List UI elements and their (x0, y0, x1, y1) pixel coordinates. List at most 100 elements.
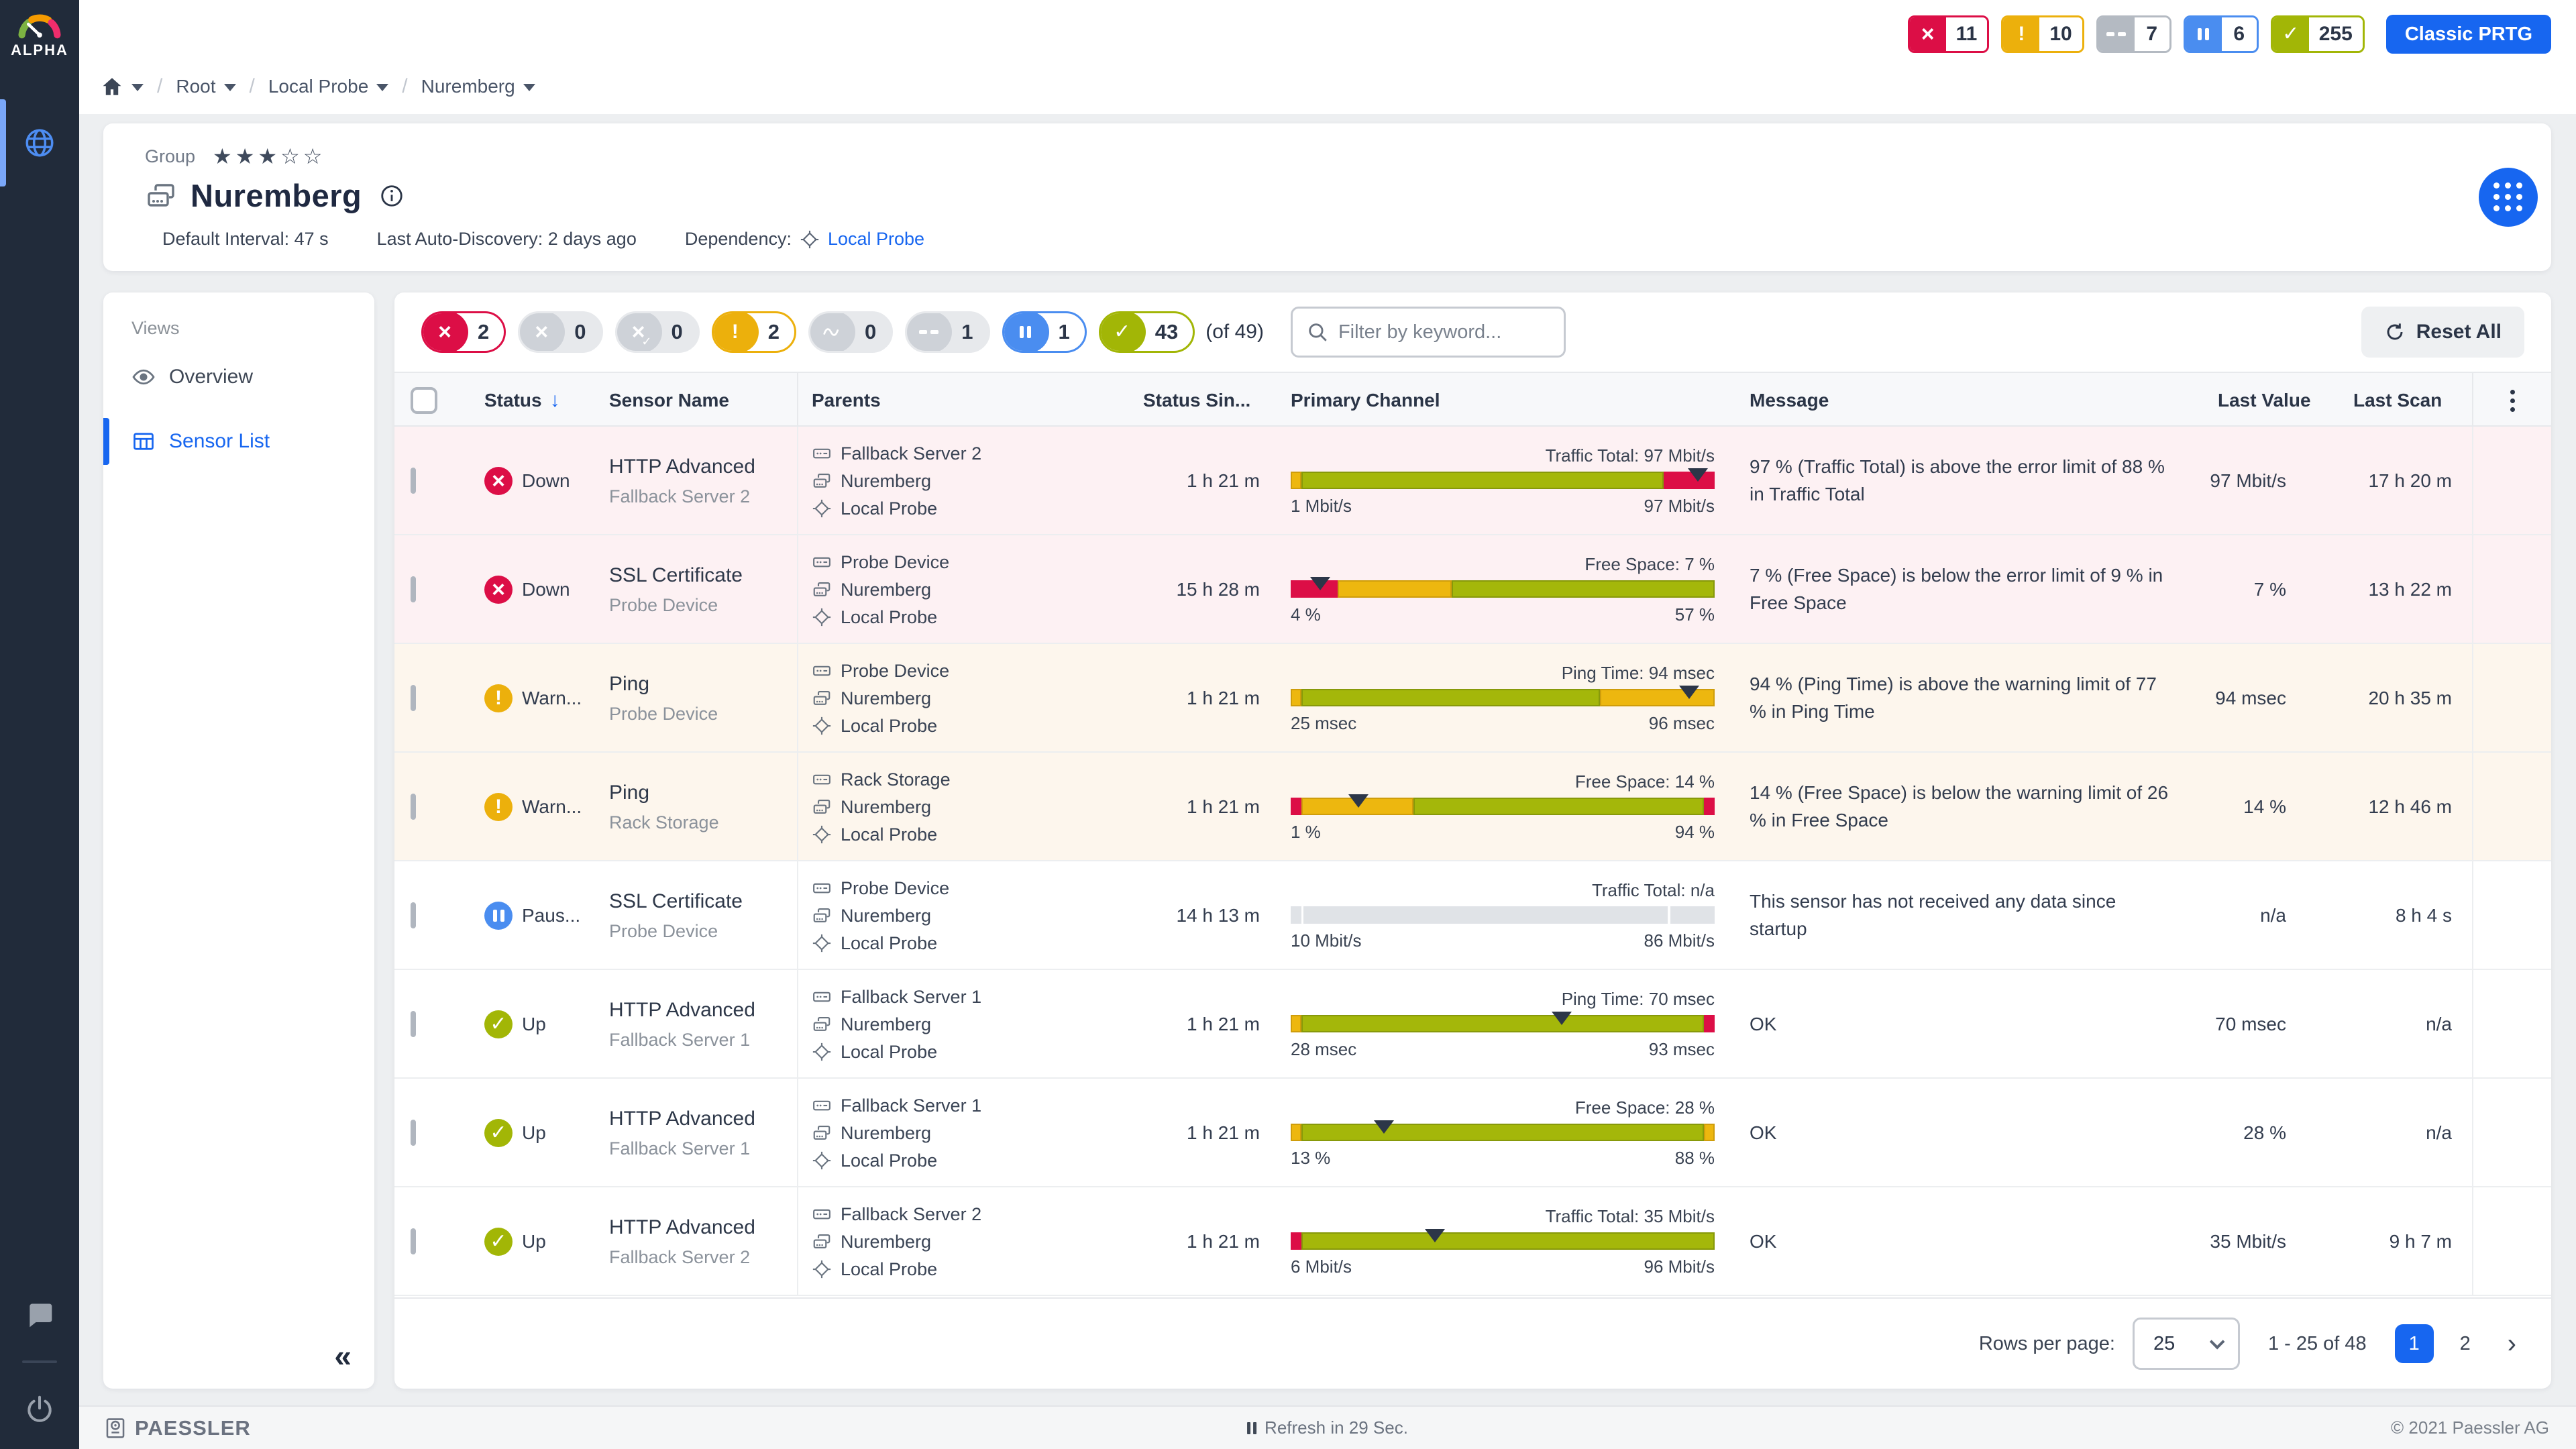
column-header-sensor-name[interactable]: Sensor Name (604, 373, 798, 428)
parent-link[interactable]: Fallback Server 2 (812, 1204, 1140, 1225)
row-checkbox[interactable] (411, 685, 416, 711)
logout-power-icon[interactable] (24, 1394, 55, 1425)
parent-link[interactable]: Probe Device (812, 552, 1140, 573)
row-checkbox[interactable] (411, 794, 416, 820)
reset-all-button[interactable]: Reset All (2361, 307, 2524, 358)
parent-link[interactable]: Probe Device (812, 878, 1140, 899)
group-icon (145, 180, 177, 212)
page-button-1[interactable]: 1 (2395, 1324, 2434, 1363)
sensor-row[interactable]: ×DownSSL CertificateProbe DeviceProbe De… (394, 535, 2551, 644)
refresh-countdown[interactable]: Refresh in 29 Sec. (1247, 1417, 1408, 1438)
x-icon: × (1921, 23, 1935, 46)
filter-chip-down[interactable]: ×2 (421, 311, 506, 353)
sensor-name-cell[interactable]: HTTP AdvancedFallback Server 2 (604, 1187, 798, 1296)
parent-link[interactable]: Local Probe (812, 1042, 1140, 1063)
parent-link[interactable]: Nuremberg (812, 471, 1140, 492)
sensor-row[interactable]: ✓UpHTTP AdvancedFallback Server 2Fallbac… (394, 1187, 2551, 1296)
parent-link[interactable]: Local Probe (812, 1259, 1140, 1280)
filter-chip-warning[interactable]: !2 (712, 311, 796, 353)
sensor-row[interactable]: ×DownHTTP AdvancedFallback Server 2Fallb… (394, 427, 2551, 535)
row-checkbox[interactable] (411, 1011, 416, 1037)
keyword-search[interactable] (1291, 307, 1566, 358)
filter-chip-unknown[interactable]: 1 (905, 311, 989, 353)
parent-link[interactable]: Local Probe (812, 607, 1140, 628)
views-panel-title: Views (103, 318, 374, 339)
sensor-name-cell[interactable]: HTTP AdvancedFallback Server 1 (604, 1079, 798, 1187)
parent-link[interactable]: Nuremberg (812, 1232, 1140, 1252)
filter-chip-down-partial[interactable]: ×0 (518, 311, 602, 353)
parent-link[interactable]: Local Probe (812, 716, 1140, 737)
status-badge-down[interactable]: ×11 (1908, 15, 1990, 53)
status-badge-unknown[interactable]: 7 (2096, 15, 2171, 53)
parent-link[interactable]: Local Probe (812, 498, 1140, 519)
sensor-row[interactable]: !Warn...PingProbe DeviceProbe DeviceNure… (394, 644, 2551, 753)
parent-link[interactable]: Nuremberg (812, 906, 1140, 926)
parent-link[interactable]: Nuremberg (812, 688, 1140, 709)
column-header-last-scan[interactable]: Last Scan (2326, 390, 2472, 411)
row-checkbox[interactable] (411, 902, 416, 928)
column-header-primary-channel[interactable]: Primary Channel (1268, 390, 1750, 411)
breadcrumb-nuremberg[interactable]: Nuremberg (421, 76, 535, 97)
parent-link[interactable]: Fallback Server 2 (812, 443, 1140, 464)
sensor-name-cell[interactable]: HTTP AdvancedFallback Server 1 (604, 970, 798, 1079)
parent-link[interactable]: Local Probe (812, 824, 1140, 845)
parent-link[interactable]: Probe Device (812, 661, 1140, 682)
status-badge-paused[interactable]: 6 (2184, 15, 2259, 53)
row-checkbox[interactable] (411, 468, 416, 494)
info-icon[interactable] (379, 183, 405, 209)
filter-chip-down-acknowledged[interactable]: ×✓0 (615, 311, 700, 353)
sensor-name-cell[interactable]: PingProbe Device (604, 644, 798, 753)
sensor-name-cell[interactable]: PingRack Storage (604, 753, 798, 861)
feedback-icon[interactable] (25, 1300, 54, 1330)
select-all-checkbox[interactable] (411, 387, 437, 414)
sidebar-item-devices[interactable] (0, 99, 79, 186)
column-header-message[interactable]: Message (1750, 390, 2206, 411)
parent-link[interactable]: Nuremberg (812, 580, 1140, 600)
column-header-last-value[interactable]: Last Value (2206, 390, 2326, 411)
sensor-name-cell[interactable]: SSL CertificateProbe Device (604, 535, 798, 644)
parent-link[interactable]: Fallback Server 1 (812, 1095, 1140, 1116)
status-badge-up[interactable]: ✓255 (2271, 15, 2365, 53)
rows-per-page-select[interactable]: 25 (2133, 1318, 2240, 1370)
filter-chip-paused[interactable]: 1 (1002, 311, 1087, 353)
parent-link[interactable]: Fallback Server 1 (812, 987, 1140, 1008)
parent-link[interactable]: Local Probe (812, 933, 1140, 954)
table-options-kebab-icon[interactable] (2504, 383, 2522, 419)
page-button-2[interactable]: 2 (2446, 1324, 2485, 1363)
view-item-overview[interactable]: Overview (103, 351, 374, 403)
breadcrumb-local-probe[interactable]: Local Probe (268, 76, 388, 97)
breadcrumb-root[interactable]: Root (176, 76, 235, 97)
search-input[interactable] (1338, 321, 1550, 343)
dependency-link[interactable]: Local Probe (828, 229, 924, 250)
parent-link[interactable]: Nuremberg (812, 797, 1140, 818)
sensor-row[interactable]: ✓UpHTTP AdvancedFallback Server 1Fallbac… (394, 970, 2551, 1079)
parent-link[interactable]: Nuremberg (812, 1014, 1140, 1035)
classic-prtg-button[interactable]: Classic PRTG (2386, 15, 2551, 54)
sensor-name-cell[interactable]: HTTP AdvancedFallback Server 2 (604, 427, 798, 535)
primary-channel-cell: Free Space: 14 %1 %94 % (1268, 771, 1750, 843)
row-checkbox[interactable] (411, 1120, 416, 1146)
filter-chip-unusual[interactable]: 0 (808, 311, 893, 353)
row-options-cell (2472, 970, 2551, 1079)
status-badge-warning[interactable]: !10 (2001, 15, 2084, 53)
row-checkbox[interactable] (411, 576, 416, 602)
sensor-row[interactable]: ✓UpHTTP AdvancedFallback Server 1Fallbac… (394, 1079, 2551, 1187)
view-item-sensor-list[interactable]: Sensor List (103, 415, 374, 468)
parent-link[interactable]: Nuremberg (812, 1123, 1140, 1144)
sensor-name-cell[interactable]: SSL CertificateProbe Device (604, 861, 798, 970)
sensor-row[interactable]: !Warn...PingRack StorageRack StorageNure… (394, 753, 2551, 861)
sensor-row[interactable]: Paus...SSL CertificateProbe DeviceProbe … (394, 861, 2551, 970)
column-header-status-since[interactable]: Status Sin... (1140, 390, 1268, 411)
filter-chip-up[interactable]: ✓43 (1099, 311, 1195, 353)
column-header-status[interactable]: Status↓ (462, 389, 604, 412)
breadcrumb-home[interactable] (101, 75, 144, 98)
column-header-parents[interactable]: Parents (798, 390, 1140, 411)
parent-link[interactable]: Rack Storage (812, 769, 1140, 790)
row-checkbox[interactable] (411, 1228, 416, 1254)
next-page-button[interactable]: › (2502, 1329, 2522, 1359)
sensor-device: Fallback Server 2 (609, 1247, 797, 1268)
priority-stars[interactable]: ★★★☆☆ (213, 144, 325, 169)
parent-link[interactable]: Local Probe (812, 1150, 1140, 1171)
context-menu-fab-button[interactable] (2479, 168, 2538, 227)
collapse-panel-button[interactable]: « (334, 1340, 352, 1371)
